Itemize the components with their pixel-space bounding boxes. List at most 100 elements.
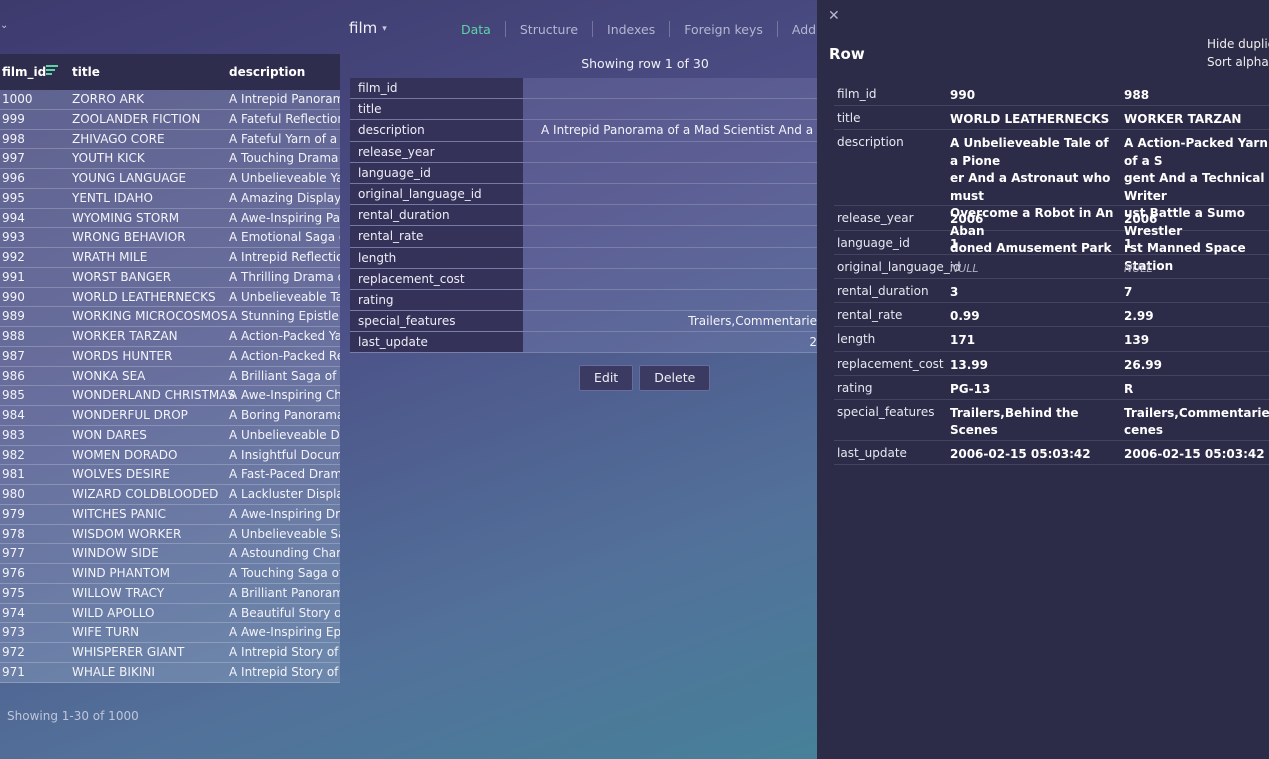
- table-row[interactable]: 993 WRONG BEHAVIOR A Emotional Saga of a: [0, 228, 340, 248]
- compare-row: last_update 2006-02-15 05:03:42 2006-02-15…: [834, 441, 1269, 466]
- table-row[interactable]: 988 WORKER TARZAN A Action-Packed Yarn: [0, 327, 340, 347]
- cell-description: A Boring Panorama o: [229, 408, 340, 422]
- cell-film-id: 974: [2, 605, 25, 620]
- table-row[interactable]: 992 WRATH MILE A Intrepid Reflection o: [0, 248, 340, 268]
- table-row[interactable]: 979 WITCHES PANIC A Awe-Inspiring Dram: [0, 504, 340, 525]
- compare-row: description A Unbelieveable Tale of a Pio…: [834, 130, 1269, 273]
- cell-title: ZOOLANDER FICTION: [72, 111, 201, 126]
- cell-film-id: 979: [2, 506, 25, 521]
- table-row[interactable]: 985 WONDERLAND CHRISTMAS A Awe-Inspiring C…: [0, 386, 340, 406]
- table-row[interactable]: 990 WORLD LEATHERNECKS A Unbelieveable Tal…: [0, 287, 340, 308]
- table-row[interactable]: 981 WOLVES DESIRE A Fast-Paced Drama o: [0, 465, 340, 485]
- compare-value-left: NULL: [950, 261, 979, 275]
- table-row[interactable]: 975 WILLOW TRACY A Brilliant Panorama o: [0, 583, 340, 604]
- cell-description: A Action-Packed Yarn: [229, 329, 340, 343]
- table-row[interactable]: 996 YOUNG LANGUAGE A Unbelieveable Yarn: [0, 169, 340, 189]
- row-field: language_id: [350, 162, 817, 184]
- table-row[interactable]: 986 WONKA SEA A Brilliant Saga of a B: [0, 366, 340, 387]
- cell-description: A Insightful Documen: [229, 447, 340, 462]
- sort-alphabetically-toggle[interactable]: Sort alphabe: [1207, 55, 1269, 69]
- column-header-film-id[interactable]: film_id: [2, 65, 46, 79]
- cell-film-id: 994: [2, 210, 25, 225]
- cell-title: ZORRO ARK: [72, 92, 145, 106]
- cell-film-id: 986: [2, 368, 25, 383]
- table-row[interactable]: 976 WIND PHANTOM A Touching Saga of a: [0, 564, 340, 584]
- edit-button[interactable]: Edit: [579, 365, 634, 391]
- column-header-description[interactable]: description: [229, 65, 305, 79]
- table-row[interactable]: 999 ZOOLANDER FICTION A Fateful Reflection…: [0, 109, 340, 130]
- table-row[interactable]: 991 WORST BANGER A Thrilling Drama of a: [0, 267, 340, 288]
- compare-value-right: 1: [1124, 236, 1133, 251]
- cell-description: A Intrepid Panorama: [229, 92, 340, 106]
- compare-value-left: PG-13: [950, 381, 991, 396]
- table-row[interactable]: 977 WINDOW SIDE A Astounding Charac: [0, 544, 340, 564]
- tab-foreign-keys[interactable]: Foreign keys: [670, 22, 777, 37]
- close-icon[interactable]: ✕: [828, 8, 840, 24]
- cell-title: WHISPERER GIANT: [72, 645, 185, 659]
- field-name: last_update: [350, 332, 523, 353]
- table-row[interactable]: 978 WISDOM WORKER A Unbelieveable Saga: [0, 524, 340, 545]
- field-value: Trailers,Commentarie: [688, 314, 817, 329]
- table-row[interactable]: 1000 ZORRO ARK A Intrepid Panorama: [0, 90, 340, 110]
- cell-description: A Beautiful Story of a: [229, 605, 340, 620]
- data-grid: film_id title description 1000 ZORRO ARK A…: [0, 54, 340, 683]
- tab-indexes[interactable]: Indexes: [593, 22, 669, 37]
- hide-duplicates-toggle[interactable]: Hide duplica: [1207, 37, 1269, 51]
- cell-title: WON DARES: [72, 427, 147, 442]
- grid-body: 1000 ZORRO ARK A Intrepid Panorama 999 ZOOLA…: [0, 90, 340, 683]
- compare-row: language_id 1 1: [834, 231, 1269, 255]
- table-row[interactable]: 974 WILD APOLLO A Beautiful Story of a: [0, 603, 340, 624]
- cell-title: WRATH MILE: [72, 250, 148, 264]
- cell-film-id: 988: [2, 329, 25, 343]
- chevron-down-icon: ▾: [382, 24, 387, 34]
- row-field: release_year: [350, 141, 817, 163]
- tab-data[interactable]: Data: [447, 22, 505, 37]
- table-selector[interactable]: film ▾: [349, 19, 387, 37]
- table-row[interactable]: 980 WIZARD COLDBLOODED A Lackluster Displa…: [0, 485, 340, 505]
- collapse-chevron-icon[interactable]: ⌄: [0, 20, 8, 31]
- cell-title: WITCHES PANIC: [72, 506, 167, 521]
- compare-row: rental_duration 3 7: [834, 279, 1269, 304]
- table-row[interactable]: 989 WORKING MICROCOSMOS A Stunning Epistle…: [0, 307, 340, 327]
- table-row[interactable]: 972 WHISPERER GIANT A Intrepid Story of a: [0, 643, 340, 663]
- cell-film-id: 998: [2, 131, 25, 146]
- sort-icon[interactable]: [46, 65, 58, 77]
- cell-film-id: 971: [2, 664, 25, 679]
- table-row[interactable]: 998 ZHIVAGO CORE A Fateful Yarn of a Co: [0, 129, 340, 150]
- cell-description: A Brilliant Saga of a B: [229, 368, 340, 383]
- compare-value-left: 3: [950, 284, 959, 299]
- delete-button[interactable]: Delete: [639, 365, 711, 391]
- row-field: last_update 2: [350, 332, 817, 354]
- cell-title: WIFE TURN: [72, 625, 140, 640]
- cell-title: WIZARD COLDBLOODED: [72, 487, 219, 501]
- column-header-title[interactable]: title: [72, 65, 100, 79]
- table-row[interactable]: 987 WORDS HUNTER A Action-Packed Refle: [0, 346, 340, 367]
- field-name: length: [350, 247, 523, 268]
- table-row[interactable]: 971 WHALE BIKINI A Intrepid Story of a I: [0, 662, 340, 683]
- cell-description: A Unbelieveable Saga: [229, 526, 340, 541]
- compare-value-left: Trailers,Behind the Scenes: [950, 405, 1079, 438]
- table-row[interactable]: 973 WIFE TURN A Awe-Inspiring Epist: [0, 623, 340, 643]
- cell-film-id: 993: [2, 230, 25, 245]
- cell-title: WHALE BIKINI: [72, 664, 155, 679]
- cell-title: YOUTH KICK: [72, 151, 145, 166]
- table-row[interactable]: 997 YOUTH KICK A Touching Drama of: [0, 149, 340, 169]
- cell-film-id: 973: [2, 625, 25, 640]
- compare-table: film_id 990 988 title WORLD LEATHERNECKS WORK…: [834, 82, 1269, 466]
- row-field: replacement_cost: [350, 268, 817, 290]
- compare-value-left: 1: [950, 236, 959, 251]
- cell-film-id: 992: [2, 250, 25, 264]
- table-row[interactable]: 994 WYOMING STORM A Awe-Inspiring Pano: [0, 208, 340, 229]
- table-row[interactable]: 995 YENTL IDAHO A Amazing Display of: [0, 188, 340, 209]
- compare-value-left: 171: [950, 333, 976, 348]
- cell-film-id: 1000: [2, 92, 33, 106]
- table-row[interactable]: 984 WONDERFUL DROP A Boring Panorama o: [0, 406, 340, 426]
- cell-description: A Amazing Display of: [229, 190, 340, 205]
- compare-row: rating PG-13 R: [834, 376, 1269, 400]
- table-row[interactable]: 983 WON DARES A Unbelieveable Docu: [0, 425, 340, 446]
- table-row[interactable]: 982 WOMEN DORADO A Insightful Documen: [0, 445, 340, 466]
- cell-title: WOMEN DORADO: [72, 447, 178, 462]
- cell-film-id: 997: [2, 151, 25, 166]
- tab-structure[interactable]: Structure: [506, 22, 592, 37]
- cell-film-id: 987: [2, 348, 25, 363]
